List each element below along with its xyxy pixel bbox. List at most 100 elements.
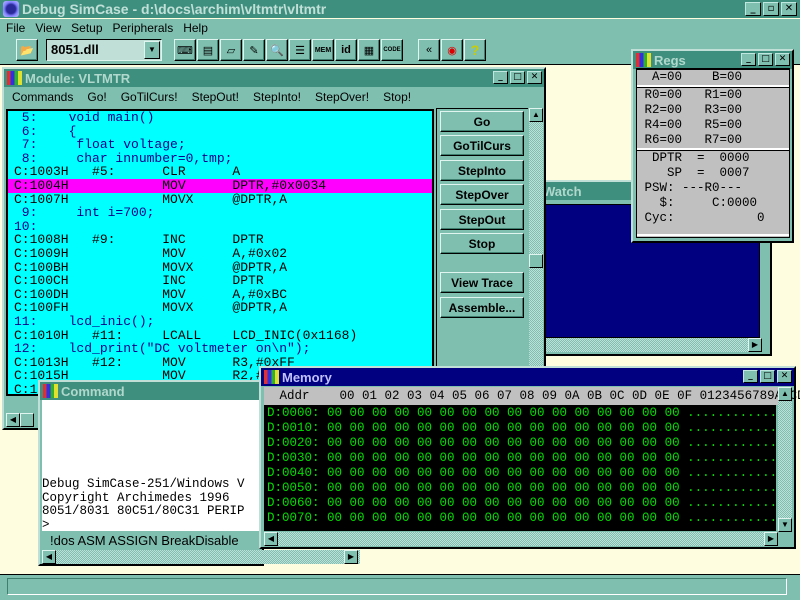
memory-minimize-button[interactable]: _ [743, 370, 758, 383]
scroll-thumb[interactable] [529, 254, 543, 268]
memory-row[interactable]: D:0040: 00 00 00 00 00 00 00 00 00 00 00… [267, 466, 776, 481]
memory-scroll-right-icon[interactable]: ▶ [764, 532, 778, 546]
code-line[interactable]: C:1009H MOV A,#0x02 [14, 247, 432, 261]
chevron-down-icon[interactable]: ▼ [144, 41, 160, 59]
keyboard-icon[interactable]: ⌨ [174, 39, 196, 61]
module-maximize-button[interactable]: □ [510, 71, 525, 84]
dll-select[interactable]: 8051.dll ▼ [46, 39, 162, 61]
memory-row[interactable]: D:0000: 00 00 00 00 00 00 00 00 00 00 00… [267, 406, 776, 421]
memory-row[interactable]: D:0050: 00 00 00 00 00 00 00 00 00 00 00… [267, 481, 776, 496]
command-scroll-right-icon[interactable]: ▶ [344, 550, 358, 564]
module-hscroll-thumb[interactable] [20, 413, 34, 427]
code-line[interactable]: C:100BH MOVX @DPTR,A [14, 260, 432, 275]
memory-row[interactable]: D:0070: 00 00 00 00 00 00 00 00 00 00 00… [267, 511, 776, 526]
register-row[interactable]: $: C:0000 [637, 196, 789, 211]
module-minimize-button[interactable]: _ [493, 71, 508, 84]
code-line[interactable]: 8: char innumber=0,tmp; [14, 152, 432, 166]
close-button[interactable]: ✕ [781, 2, 797, 16]
assemble-button[interactable]: Assemble... [440, 297, 524, 318]
stack-icon[interactable]: ▦ [358, 39, 380, 61]
gotilcurs-button[interactable]: GoTilCurs [440, 135, 524, 156]
memory-maximize-button[interactable]: □ [760, 370, 775, 383]
register-row[interactable]: SP = 0007 [637, 166, 789, 181]
menu-setup[interactable]: Setup [71, 21, 102, 35]
code-line[interactable]: 7: float voltage; [14, 138, 432, 152]
command-scroll-left-icon[interactable]: ◀ [42, 550, 56, 564]
rewind-icon[interactable]: « [418, 39, 440, 61]
code-line[interactable]: 12: lcd_print("DC voltmeter on\n"); [14, 342, 432, 356]
module-menu-stop[interactable]: Stop! [383, 90, 411, 104]
register-row[interactable]: A=00 B=00 [637, 70, 789, 85]
regs-close-button[interactable]: ✕ [775, 53, 790, 66]
command-hscrollbar[interactable] [42, 550, 360, 564]
code-line[interactable]: C:100DH MOV A,#0xBC [14, 288, 432, 302]
minimize-button[interactable]: _ [745, 2, 761, 16]
register-row[interactable]: R6=00 R7=00 [637, 133, 789, 148]
module-menu-stepinto[interactable]: StepInto! [253, 90, 301, 104]
breakpoint-icon[interactable]: ◉ [441, 39, 463, 61]
memory-close-button[interactable]: ✕ [777, 370, 792, 383]
scroll-up-icon[interactable]: ▲ [529, 108, 543, 122]
memory-row[interactable]: D:0060: 00 00 00 00 00 00 00 00 00 00 00… [267, 496, 776, 511]
code-line[interactable]: C:100FH MOVX @DPTR,A [14, 301, 432, 315]
register-row[interactable]: DPTR = 0000 [637, 151, 789, 166]
memory-row[interactable]: D:0020: 00 00 00 00 00 00 00 00 00 00 00… [267, 436, 776, 451]
module-close-button[interactable]: ✕ [527, 71, 542, 84]
layers-icon[interactable]: ▱ [220, 39, 242, 61]
code-check-icon[interactable]: CODE [381, 39, 403, 61]
code-line[interactable]: 9: int i=700; [14, 206, 432, 220]
module-scroll-left-icon[interactable]: ◀ [6, 413, 20, 427]
module-menu-commands[interactable]: Commands [12, 90, 73, 104]
module-menu-gotilcurs[interactable]: GoTilCurs! [121, 90, 178, 104]
menu-view[interactable]: View [35, 21, 61, 35]
memory-scroll-up-icon[interactable]: ▲ [778, 387, 792, 401]
scroll-right-icon[interactable]: ▶ [748, 338, 762, 352]
menu-help[interactable]: Help [183, 21, 208, 35]
memory-dump[interactable]: D:0000: 00 00 00 00 00 00 00 00 00 00 00… [264, 405, 776, 531]
eraser-icon[interactable]: ✎ [243, 39, 265, 61]
module-menu-stepover[interactable]: StepOver! [315, 90, 369, 104]
memory-scroll-left-icon[interactable]: ◀ [264, 532, 278, 546]
code-line[interactable]: C:1007H MOVX @DPTR,A [14, 192, 432, 207]
go-button[interactable]: Go [440, 111, 524, 132]
register-row[interactable]: Cyc: 0 [637, 211, 789, 226]
mem-icon[interactable]: MEM [312, 39, 334, 61]
stepinto-button[interactable]: StepInto [440, 160, 524, 181]
module-menu-go[interactable]: Go! [87, 90, 106, 104]
menu-file[interactable]: File [6, 21, 25, 35]
register-row[interactable]: R0=00 R1=00 [637, 88, 789, 103]
current-line[interactable]: C:1004H MOV DPTR,#0x0034 [8, 179, 432, 193]
memory-vscrollbar[interactable] [778, 387, 792, 532]
stop-button[interactable]: Stop [440, 233, 524, 254]
inspect-icon[interactable]: 🔍 [266, 39, 288, 61]
open-folder-icon[interactable]: 📂 [16, 39, 38, 61]
register-row[interactable]: R2=00 R3=00 [637, 103, 789, 118]
command-output[interactable]: Debug SimCase-251/Windows V Copyright Arc… [42, 400, 260, 531]
list-icon[interactable]: ☰ [289, 39, 311, 61]
memory-scroll-down-icon[interactable]: ▼ [778, 518, 792, 532]
memory-row[interactable]: D:0030: 00 00 00 00 00 00 00 00 00 00 00… [267, 451, 776, 466]
code-line[interactable]: C:1008H #9: INC DPTR [14, 233, 432, 247]
code-line[interactable]: C:1003H #5: CLR A [14, 165, 432, 179]
code-line[interactable]: 5: void main() [14, 111, 432, 125]
window-icon[interactable]: ▤ [197, 39, 219, 61]
regs-maximize-button[interactable]: □ [758, 53, 773, 66]
code-line[interactable]: C:1010H #11: LCALL LCD_INIC(0x1168) [14, 328, 432, 343]
stepout-button[interactable]: StepOut [440, 209, 524, 230]
memory-hscrollbar[interactable] [264, 532, 778, 546]
watch-hscrollbar[interactable] [542, 338, 760, 352]
restore-button[interactable]: ▫ [763, 2, 779, 16]
command-shortcuts[interactable]: !dos ASM ASSIGN BreakDisable [50, 532, 260, 549]
source-code-view[interactable]: 5: void main() 6: { 7: float voltage; 8:… [6, 109, 434, 396]
regs-minimize-button[interactable]: _ [741, 53, 756, 66]
view-trace-button[interactable]: View Trace [440, 272, 524, 293]
id-icon[interactable]: id [335, 39, 357, 61]
register-row[interactable]: R4=00 R5=00 [637, 118, 789, 133]
memory-row[interactable]: D:0010: 00 00 00 00 00 00 00 00 00 00 00… [267, 421, 776, 436]
code-line[interactable]: 6: { [14, 124, 432, 139]
code-line[interactable]: 10: [14, 220, 432, 234]
menu-peripherals[interactable]: Peripherals [113, 21, 174, 35]
stepover-button[interactable]: StepOver [440, 184, 524, 205]
code-line[interactable]: 11: lcd_inic(); [14, 315, 432, 329]
register-row[interactable]: PSW: ---R0--- [637, 181, 789, 196]
